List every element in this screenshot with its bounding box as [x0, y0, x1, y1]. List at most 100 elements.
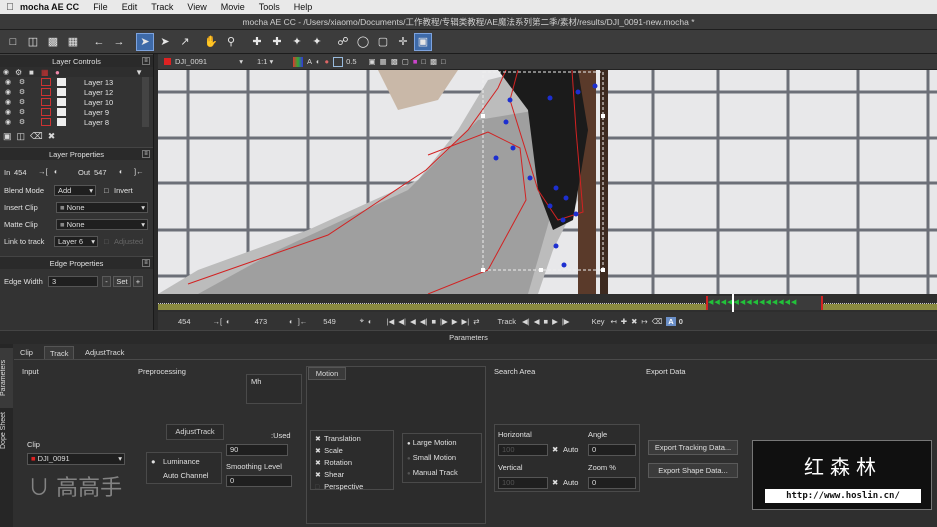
vertical-auto-checkbox[interactable]: ✖	[552, 478, 558, 487]
layer-row[interactable]: ◉ ⚙ Layer 12	[0, 87, 153, 97]
shear-option[interactable]: ✖ Shear	[315, 470, 344, 479]
matte-icon[interactable]	[41, 98, 51, 106]
add-point-tool-icon[interactable]: ↗	[176, 33, 194, 51]
clip-icon[interactable]: ▦	[64, 33, 82, 51]
merge-layer-icon[interactable]: ✖	[48, 131, 56, 142]
set-in-icon[interactable]: →[	[38, 167, 48, 176]
fit-icon[interactable]: ⌖	[360, 316, 364, 326]
opacity-value[interactable]: 0.5	[346, 57, 356, 66]
edge-set-button[interactable]: Set	[113, 276, 131, 287]
tab-adjusttrack[interactable]: AdjustTrack	[80, 346, 129, 359]
color-swatch[interactable]	[57, 88, 66, 96]
panel-menu-icon[interactable]: ≡	[142, 57, 150, 65]
bezier-tool-icon[interactable]: ✦	[288, 33, 306, 51]
rotation-checkbox[interactable]: ✖	[315, 459, 322, 467]
adjusted-checkbox[interactable]: □	[104, 237, 109, 246]
prev-keyframe-icon[interactable]: ↤	[611, 317, 617, 326]
play-icon[interactable]: ▶	[452, 317, 458, 326]
menu-tools[interactable]: Tools	[259, 2, 280, 12]
out-frame[interactable]: 549	[323, 317, 336, 326]
export-shape-data-button[interactable]: Export Shape Data...	[648, 463, 738, 478]
menu-track[interactable]: Track	[151, 2, 173, 12]
show-grid-icon[interactable]: ▩	[391, 57, 398, 66]
gear-icon[interactable]: ⚙	[17, 118, 27, 126]
stop-icon[interactable]: ■	[432, 317, 437, 326]
angle-input[interactable]: 0	[588, 444, 636, 456]
next-keyframe-icon[interactable]: ↦	[641, 317, 647, 326]
delete-keyframe-icon[interactable]: ✖	[631, 317, 637, 326]
eye-icon[interactable]: ◉	[3, 78, 13, 86]
rgb-channel-icon[interactable]	[293, 56, 303, 67]
pick-tool-icon[interactable]: ➤	[136, 32, 154, 51]
list-menu-icon[interactable]: ▼	[135, 68, 143, 77]
manual-track-radio[interactable]: ●	[407, 471, 411, 477]
show-splines-icon[interactable]: ▢	[402, 57, 409, 66]
apple-icon[interactable]: 	[0, 2, 20, 13]
color-swatch[interactable]	[57, 108, 66, 116]
export-tracking-data-button[interactable]: Export Tracking Data...	[648, 440, 738, 455]
eye-icon[interactable]: ◉	[3, 118, 13, 126]
tab-track[interactable]: Track	[44, 346, 75, 359]
xspline-tool-icon[interactable]: ✚	[248, 33, 266, 51]
layer-row[interactable]: ◉ ⚙ Layer 13	[0, 77, 153, 87]
move-tool-icon[interactable]: ✛	[394, 33, 412, 51]
color-swatch[interactable]	[57, 118, 66, 126]
track-preview-icon[interactable]: □	[441, 57, 446, 66]
set-out-icon[interactable]: ]←	[134, 167, 144, 176]
track-forward-icon[interactable]: |▶	[562, 317, 570, 326]
color-swatch[interactable]	[57, 98, 66, 106]
alpha-label[interactable]: A	[307, 57, 312, 66]
undo-icon[interactable]: ←	[90, 33, 108, 51]
matte-icon[interactable]	[41, 108, 51, 116]
gear-icon[interactable]: ⚙	[17, 78, 27, 86]
vertical-input[interactable]: 100	[498, 477, 548, 489]
invert-checkbox[interactable]: □	[104, 186, 109, 195]
gear-icon[interactable]: ⚙	[17, 88, 27, 96]
loop-mode-icon[interactable]: ⇄	[473, 317, 479, 326]
show-planar-icon[interactable]: ▦	[380, 57, 387, 66]
app-name-menu[interactable]: mocha AE CC	[20, 2, 79, 12]
menu-edit[interactable]: Edit	[122, 2, 138, 12]
hand-tool-icon[interactable]: ✋	[202, 33, 220, 51]
insert-clip-select[interactable]: ■ None ▾	[56, 202, 148, 213]
in-value[interactable]: 454	[14, 168, 27, 177]
clip-select[interactable]: DJI_0091 ▾	[175, 57, 247, 66]
tab-dope-sheet[interactable]: Dope Sheet	[0, 406, 13, 456]
matte-icon[interactable]	[41, 118, 51, 126]
show-mattes-icon[interactable]: ■	[413, 57, 418, 66]
add-layer-icon[interactable]: ▣	[3, 131, 12, 142]
mask-icon[interactable]: ◐	[316, 57, 321, 66]
eye-icon[interactable]: ◉	[3, 98, 13, 106]
color-swatch[interactable]	[57, 78, 66, 86]
redo-icon[interactable]: →	[110, 33, 128, 51]
motion-tab[interactable]: Motion	[308, 367, 346, 380]
layer-row[interactable]: ◉ ⚙ Layer 8	[0, 117, 153, 127]
link-tool-icon[interactable]: ☍	[334, 33, 352, 51]
stabilize-icon[interactable]: ▩	[430, 57, 437, 66]
out-clock-icon[interactable]: ◐	[119, 167, 124, 176]
in-clock-icon[interactable]: ◐	[54, 167, 59, 176]
zoom-input[interactable]: 0	[588, 477, 636, 489]
menu-movie[interactable]: Movie	[221, 2, 245, 12]
track-backward-icon[interactable]: ◀|	[522, 317, 530, 326]
gear-icon[interactable]: ⚙	[17, 108, 27, 116]
prev-key-icon[interactable]: ◀|	[398, 317, 406, 326]
smoothing-level-input[interactable]: 0	[226, 475, 292, 487]
delete-layer-icon[interactable]: ⌫	[30, 131, 43, 142]
duplicate-layer-icon[interactable]: ◫	[17, 131, 26, 142]
tab-clip[interactable]: Clip	[15, 346, 38, 359]
playhead[interactable]	[732, 294, 734, 312]
surface-tool-icon[interactable]: ▣	[414, 32, 432, 51]
scale-option[interactable]: ✖ Scale	[315, 446, 343, 455]
perspective-option[interactable]: □ Perspective	[315, 482, 363, 491]
track-stop-icon[interactable]: ■	[544, 317, 549, 326]
small-motion-option[interactable]: ● Small Motion	[407, 453, 456, 462]
trace-icon[interactable]: □	[421, 57, 426, 66]
bezier-add-tool-icon[interactable]: ✦	[308, 33, 326, 51]
ellipse-tool-icon[interactable]: ◯	[354, 33, 372, 51]
layer-row[interactable]: ◉ ⚙ Layer 10	[0, 97, 153, 107]
in-frame[interactable]: 473	[255, 317, 268, 326]
manual-track-option[interactable]: ● Manual Track	[407, 468, 458, 477]
new-project-icon[interactable]: □	[4, 33, 22, 51]
menu-view[interactable]: View	[187, 2, 206, 12]
